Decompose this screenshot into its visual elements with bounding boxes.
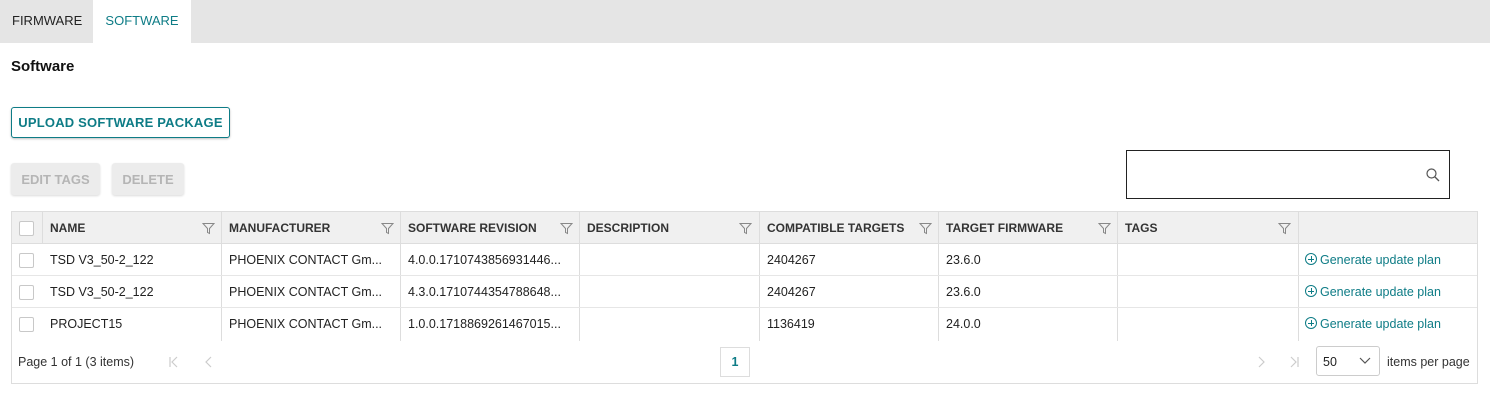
filter-icon[interactable] <box>1098 222 1111 235</box>
column-header-manufacturer[interactable]: MANUFACTURER <box>221 212 381 244</box>
page-title: Software <box>11 58 75 75</box>
first-page-icon[interactable] <box>160 348 188 376</box>
tab-bar: FIRMWARE SOFTWARE <box>0 0 1490 43</box>
column-header-compatible-targets[interactable]: COMPATIBLE TARGETS <box>759 212 919 244</box>
filter-icon[interactable] <box>202 222 215 235</box>
select-all-checkbox[interactable] <box>19 221 34 236</box>
add-circle-icon <box>1305 253 1317 265</box>
cell-software-revision: 4.0.0.1710743856931446... <box>408 253 561 267</box>
pager: Page 1 of 1 (3 items) 1 50 items per pag… <box>12 341 1477 383</box>
cell-software-revision: 1.0.0.1718869261467015... <box>408 317 561 331</box>
cell-manufacturer: PHOENIX CONTACT Gm... <box>229 285 383 299</box>
upload-software-package-button[interactable]: UPLOAD SOFTWARE PACKAGE <box>11 107 230 138</box>
column-header-software-revision[interactable]: SOFTWARE REVISION <box>400 212 560 244</box>
column-header-name[interactable]: NAME <box>42 212 220 244</box>
add-circle-icon <box>1305 317 1317 329</box>
search-input[interactable] <box>1126 150 1450 199</box>
cell-description <box>579 244 757 276</box>
cell-compatible-targets: 1136419 <box>767 317 815 331</box>
generate-update-plan-label: Generate update plan <box>1320 317 1441 331</box>
page-number-button[interactable]: 1 <box>720 347 750 377</box>
table-row[interactable]: TSD V3_50-2_122 PHOENIX CONTACT Gm... 4.… <box>12 276 1477 308</box>
items-per-page-label: items per page <box>1387 355 1470 369</box>
search-icon[interactable] <box>1425 167 1441 183</box>
row-checkbox[interactable] <box>19 285 34 300</box>
row-checkbox[interactable] <box>19 317 34 332</box>
filter-icon[interactable] <box>739 222 752 235</box>
cell-description <box>579 308 757 340</box>
cell-target-firmware: 24.0.0 <box>946 317 981 331</box>
cell-tags <box>1117 276 1295 308</box>
grid-header: NAME MANUFACTURER SOFTWARE REVISION DESC… <box>12 212 1477 244</box>
page-size-select[interactable]: 50 <box>1316 346 1380 376</box>
next-page-icon[interactable] <box>1247 348 1275 376</box>
generate-update-plan-link[interactable]: Generate update plan <box>1298 276 1476 308</box>
filter-icon[interactable] <box>919 222 932 235</box>
delete-button[interactable]: DELETE <box>112 163 184 195</box>
table-row[interactable]: PROJECT15 PHOENIX CONTACT Gm... 1.0.0.17… <box>12 308 1477 340</box>
column-header-description[interactable]: DESCRIPTION <box>579 212 739 244</box>
software-grid: NAME MANUFACTURER SOFTWARE REVISION DESC… <box>11 211 1478 384</box>
generate-update-plan-link[interactable]: Generate update plan <box>1298 308 1476 340</box>
cell-software-revision: 4.3.0.1710744354788648... <box>408 285 561 299</box>
cell-tags <box>1117 308 1295 340</box>
cell-compatible-targets: 2404267 <box>767 253 816 267</box>
cell-description <box>579 276 757 308</box>
generate-update-plan-link[interactable]: Generate update plan <box>1298 244 1476 276</box>
cell-name: PROJECT15 <box>50 317 123 331</box>
column-divider <box>42 212 43 244</box>
page-size-value: 50 <box>1323 355 1337 369</box>
filter-icon[interactable] <box>560 222 573 235</box>
cell-compatible-targets: 2404267 <box>767 285 816 299</box>
filter-icon[interactable] <box>1278 222 1291 235</box>
pager-info: Page 1 of 1 (3 items) <box>18 355 135 369</box>
row-checkbox[interactable] <box>19 253 34 268</box>
previous-page-icon[interactable] <box>195 348 223 376</box>
tab-software[interactable]: SOFTWARE <box>93 0 191 43</box>
column-header-tags[interactable]: TAGS <box>1117 212 1277 244</box>
cell-name: TSD V3_50-2_122 <box>50 285 154 299</box>
filter-icon[interactable] <box>381 222 394 235</box>
cell-manufacturer: PHOENIX CONTACT Gm... <box>229 317 383 331</box>
cell-target-firmware: 23.6.0 <box>946 285 981 299</box>
cell-tags <box>1117 244 1295 276</box>
cell-manufacturer: PHOENIX CONTACT Gm... <box>229 253 383 267</box>
tab-firmware[interactable]: FIRMWARE <box>0 0 93 43</box>
last-page-icon[interactable] <box>1280 348 1308 376</box>
column-header-target-firmware[interactable]: TARGET FIRMWARE <box>938 212 1098 244</box>
generate-update-plan-label: Generate update plan <box>1320 253 1441 267</box>
table-row[interactable]: TSD V3_50-2_122 PHOENIX CONTACT Gm... 4.… <box>12 244 1477 276</box>
edit-tags-button[interactable]: EDIT TAGS <box>11 163 100 195</box>
chevron-down-icon <box>1359 357 1371 364</box>
generate-update-plan-label: Generate update plan <box>1320 285 1441 299</box>
cell-target-firmware: 23.6.0 <box>946 253 981 267</box>
cell-name: TSD V3_50-2_122 <box>50 253 154 267</box>
add-circle-icon <box>1305 285 1317 297</box>
